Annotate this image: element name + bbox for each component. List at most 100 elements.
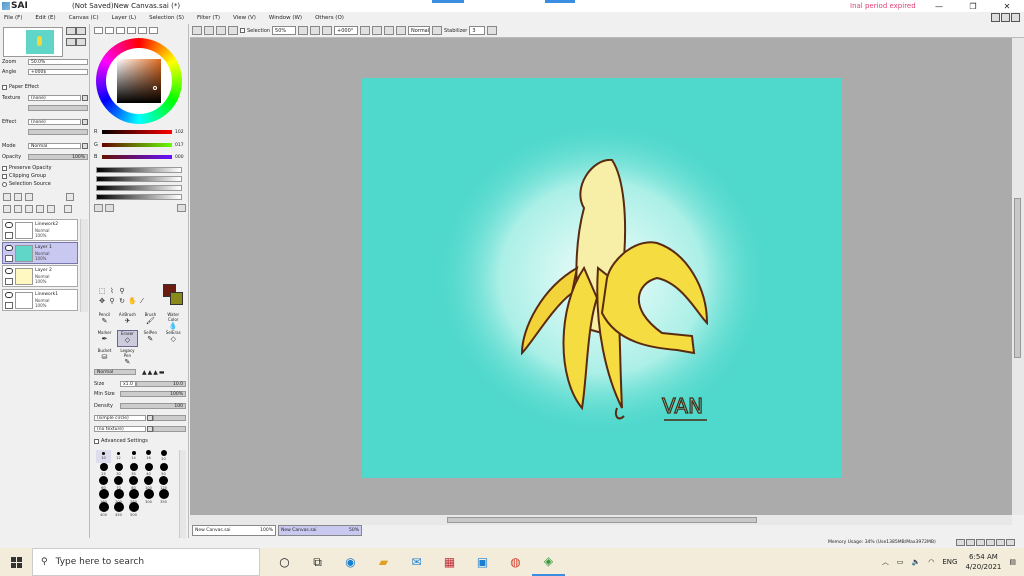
size-multiplier[interactable]: x1.0 [120,381,136,387]
clock[interactable]: 6:54 AM 4/20/2021 [965,552,1001,572]
brush-size-preset[interactable]: 25 [96,463,111,476]
nav-zoom-out-button[interactable] [76,27,86,35]
brush-pencil[interactable]: Pencil ✎ [94,312,115,329]
selection-edit-icon[interactable] [228,26,238,35]
lock-icon[interactable] [5,278,13,285]
brush-size-preset[interactable]: 500 [126,502,141,517]
wifi-icon[interactable]: ◠ [928,558,934,566]
menu-window[interactable]: Window (W) [269,15,302,21]
hsv-slider-mode-icon[interactable] [116,27,125,34]
brush-size-preset[interactable]: 20 [156,450,171,463]
vertical-scroll-thumb[interactable] [1014,198,1021,358]
fg-bg-colors[interactable] [163,284,185,306]
layer-extra-icon[interactable] [64,205,72,213]
menu-canvas[interactable]: Canvas (C) [69,15,99,21]
lock-icon[interactable] [5,232,13,239]
battery-icon[interactable]: ▭ [897,558,904,566]
brush-size-preset[interactable]: 200 [111,489,126,504]
close-button[interactable]: ✕ [990,0,1024,12]
background-color[interactable] [170,292,183,305]
eyedropper-icon[interactable]: ⁄ [138,297,146,305]
store-icon[interactable]: ▦ [433,548,466,576]
layer-option-icon[interactable] [66,193,74,201]
hand-icon[interactable]: ✋ [128,297,137,305]
navigator-preview[interactable] [3,27,63,57]
blend-mode-select[interactable]: Normal [28,143,81,149]
color-gradient-bar[interactable] [96,194,182,200]
rect-select-icon[interactable]: ⬚ [98,287,106,295]
merge-down-icon[interactable] [14,205,22,213]
mdi-close-button[interactable] [1011,13,1020,22]
brush-watercolor[interactable]: Water Color 💧 [163,312,184,330]
brush-airbrush[interactable]: AirBrush ✈ [117,312,138,329]
color-wheel-mode-icon[interactable] [94,27,103,34]
brush-size-preset[interactable]: 450 [111,502,126,517]
paint-tool-sai-icon[interactable]: ◈ [532,548,565,576]
brush-size-preset[interactable]: 160 [96,489,111,504]
brush-selpen[interactable]: SelPen ✎ [140,330,161,347]
visibility-eye-icon[interactable] [5,292,13,298]
menu-selection[interactable]: Selection (S) [149,15,184,21]
brush-size-preset[interactable]: 10 [96,450,111,463]
file-explorer-icon[interactable]: ▰ [367,548,400,576]
gradient-option-icon[interactable] [94,204,103,212]
brush-size-preset[interactable]: 14 [126,450,141,463]
new-layer-icon[interactable] [3,193,11,201]
zoom-out-button[interactable] [298,26,309,35]
brush-seleras[interactable]: SelEras ◇ [163,330,184,347]
delete-layer-icon[interactable] [36,205,44,213]
mixer-mode-icon[interactable] [149,27,158,34]
deselect-icon[interactable] [192,26,202,35]
brush-size-preset[interactable]: 250 [126,489,141,504]
mdi-restore-button[interactable] [1001,13,1010,22]
selection-checkbox[interactable] [240,28,245,33]
document-tab-active[interactable]: New Canvas.sai 50% [278,525,362,536]
apply-mask-icon[interactable] [47,205,55,213]
zoom-field[interactable]: 50.0% [28,59,88,65]
layer-item[interactable]: Linework2 Normal 100% [2,219,78,241]
brush-size-preset[interactable]: 70 [111,476,126,490]
horizontal-scrollbar[interactable] [190,515,1012,525]
chevron-down-icon[interactable] [82,95,88,101]
status-button[interactable] [966,539,975,546]
paper-effect-header[interactable]: Paper Effect [2,84,39,90]
rotate-icon[interactable]: ↻ [118,297,126,305]
brush-size-preset[interactable]: 50 [156,463,171,476]
magic-wand-icon[interactable]: ⚲ [118,287,126,295]
brush-shape-icons[interactable]: ▲▲▲▬ [142,369,166,376]
zoom-reset-button[interactable] [322,26,333,35]
brush-blend-select[interactable]: Normal [94,369,136,375]
view-mode-select[interactable]: Normal [408,26,431,35]
brush-size-preset[interactable]: 40 [141,463,156,476]
color-gradient-bar[interactable] [96,176,182,182]
brush-size-preset[interactable]: 35 [126,463,141,476]
chevron-down-icon[interactable] [82,119,88,125]
new-linework-layer-icon[interactable] [14,193,22,201]
brush-size-preset[interactable]: 350 [156,489,171,504]
layer-item[interactable]: Layer 2 Normal 100% [2,265,78,287]
selection-source-radio[interactable] [2,181,7,187]
effect-select[interactable]: (none) [28,119,81,125]
cortana-icon[interactable]: ○ [268,548,301,576]
red-slider[interactable] [102,130,172,134]
horizontal-scroll-thumb[interactable] [447,517,757,523]
mdi-minimize-button[interactable] [991,13,1000,22]
visibility-eye-icon[interactable] [5,268,13,274]
visibility-eye-icon[interactable] [5,245,13,251]
angle-field[interactable]: +000$ [28,69,88,75]
status-button[interactable] [1006,539,1015,546]
zoom-in-button[interactable] [310,26,321,35]
advanced-settings-checkbox[interactable] [94,438,99,444]
density-slider[interactable]: 100 [120,403,186,409]
advanced-settings-toggle[interactable]: Advanced Settings [94,438,148,444]
clear-layer-icon[interactable] [25,205,33,213]
rgb-slider-mode-icon[interactable] [105,27,114,34]
zoom-select[interactable]: 50% [272,26,297,35]
green-slider[interactable] [102,143,172,147]
taskbar-search[interactable]: ⚲ Type here to search [32,548,260,576]
color-gradient-bar[interactable] [96,185,182,191]
lock-icon[interactable] [5,302,13,309]
document-tab[interactable]: New Canvas.sai 100% [192,525,276,536]
brush-size-preset[interactable]: 80 [126,476,141,490]
view-mode-button[interactable] [432,26,443,35]
